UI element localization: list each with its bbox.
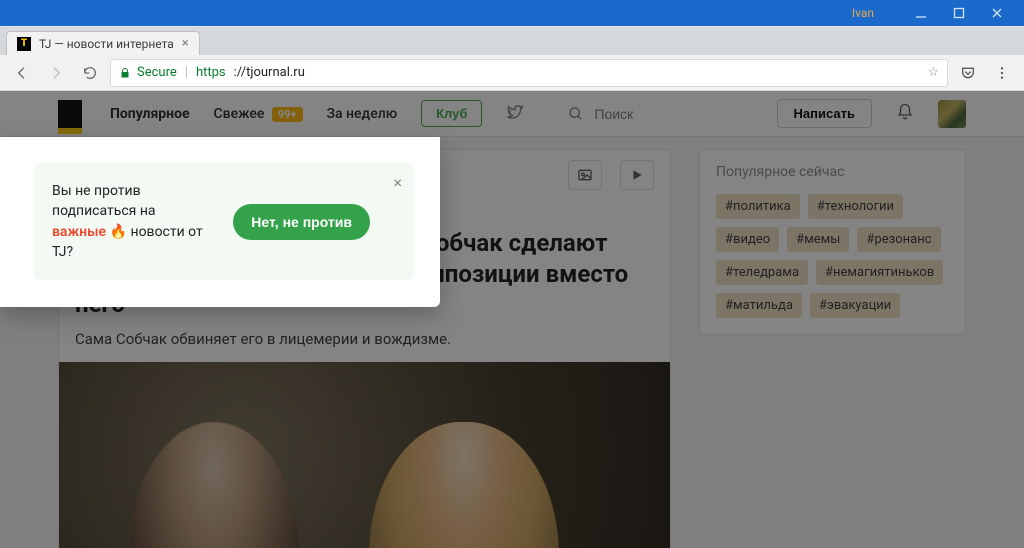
popup-cta-button[interactable]: Нет, не против [233, 204, 370, 240]
window-titlebar: Ivan [0, 0, 1024, 26]
tab-favicon-icon: T [17, 37, 31, 51]
window-maximize-button[interactable] [940, 3, 978, 23]
popup-close-icon[interactable]: × [393, 173, 402, 192]
window-user: Ivan [852, 6, 874, 20]
nav-forward-button[interactable] [42, 59, 70, 87]
spotlight-area: × Вы не против подписаться на важные 🔥 н… [0, 137, 440, 307]
window-minimize-button[interactable] [902, 3, 940, 23]
tab-close-icon[interactable]: × [182, 36, 189, 51]
window-close-button[interactable] [978, 3, 1016, 23]
tab-strip: T TJ — новости интернета × [0, 27, 1024, 55]
browser-menu-icon[interactable] [988, 59, 1016, 87]
fire-icon: 🔥 [110, 222, 127, 242]
browser-tab[interactable]: T TJ — новости интернета × [6, 31, 200, 55]
url-protocol: https [196, 65, 226, 80]
nav-reload-button[interactable] [76, 59, 104, 87]
nav-back-button[interactable] [8, 59, 36, 87]
omnibox[interactable]: Secure | https://tjournal.ru ☆ [110, 59, 948, 87]
subscribe-popup: × Вы не против подписаться на важные 🔥 н… [34, 163, 414, 280]
popup-message: Вы не против подписаться на важные 🔥 нов… [52, 181, 215, 262]
lock-icon: Secure [119, 65, 177, 80]
secure-label: Secure [137, 65, 177, 80]
url-rest: ://tjournal.ru [234, 65, 305, 80]
pocket-icon[interactable] [954, 59, 982, 87]
bookmark-star-icon[interactable]: ☆ [927, 65, 939, 80]
popup-important: важные [52, 224, 106, 240]
popup-text-a: Вы не против подписаться на [52, 183, 156, 219]
tab-title: TJ — новости интернета [39, 37, 174, 51]
address-bar: Secure | https://tjournal.ru ☆ [0, 55, 1024, 91]
